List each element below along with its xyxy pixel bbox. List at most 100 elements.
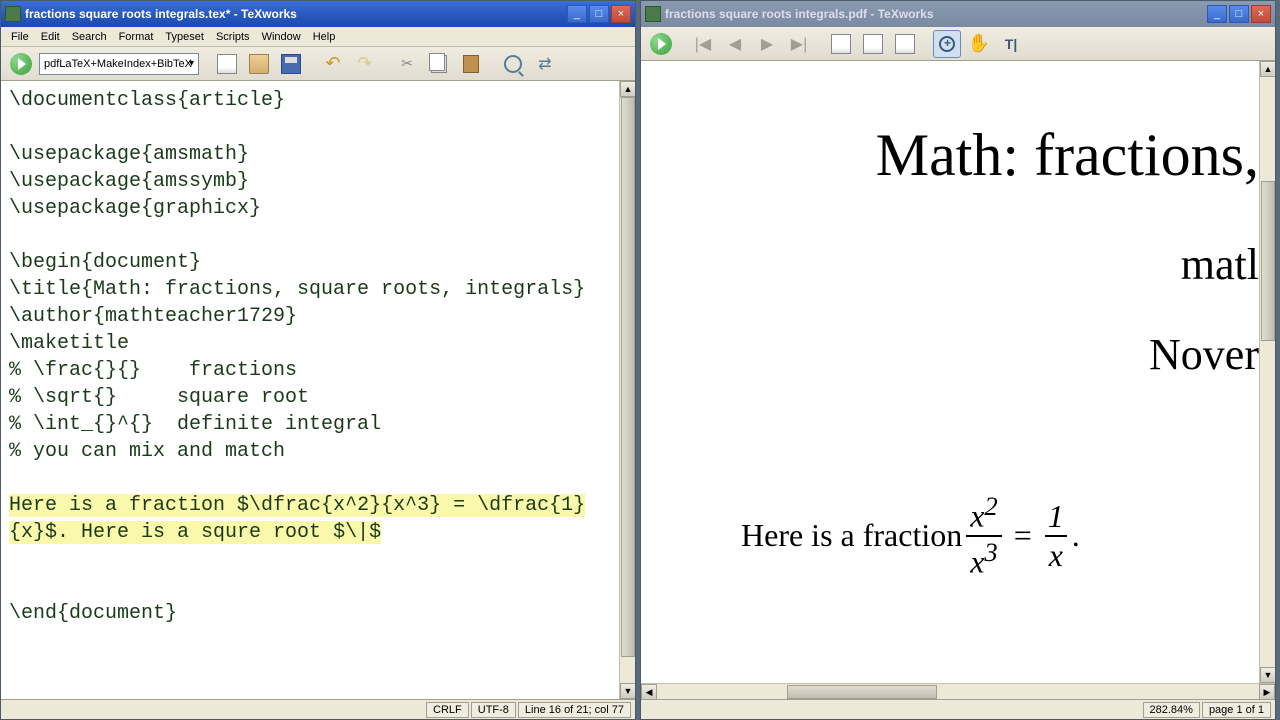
preview-area: Math: fractions, matl Nover Here is a fr…: [641, 61, 1275, 683]
last-page-icon: ▶|: [791, 34, 807, 54]
src-line: \usepackage{amssymb}: [9, 170, 249, 193]
undo-arrow-icon: ↶: [325, 53, 340, 74]
src-line-highlighted: Here is a fraction $\dfrac{x^2}{x^3} = \…: [9, 494, 585, 544]
play-icon: [650, 33, 672, 55]
menu-typeset[interactable]: Typeset: [159, 29, 210, 45]
scroll-up-arrow-icon[interactable]: ▲: [1260, 61, 1275, 77]
menu-scripts[interactable]: Scripts: [210, 29, 256, 45]
typeset-button[interactable]: [647, 30, 675, 58]
scroll-down-arrow-icon[interactable]: ▼: [620, 683, 635, 699]
src-line: \maketitle: [9, 332, 129, 355]
fit-page-button[interactable]: [859, 30, 887, 58]
new-button[interactable]: [213, 50, 241, 78]
typeset-button[interactable]: [7, 50, 35, 78]
equals-sign: =: [1014, 517, 1032, 554]
preview-titlebar[interactable]: fractions square roots integrals.pdf - T…: [641, 1, 1275, 27]
close-button[interactable]: ×: [611, 5, 631, 23]
undo-button[interactable]: ↶: [319, 50, 347, 78]
close-button[interactable]: ×: [1251, 5, 1271, 23]
status-eol[interactable]: CRLF: [426, 702, 469, 718]
zoom-tool-button[interactable]: [933, 30, 961, 58]
page-actual-size-icon: [895, 34, 915, 54]
src-line: \usepackage{graphicx}: [9, 197, 261, 220]
redo-button[interactable]: ↶: [351, 50, 379, 78]
editor-toolbar: pdfLaTeX+MakeIndex+BibTeX ↶ ↶ ✂ ⇄: [1, 47, 635, 81]
scroll-left-arrow-icon[interactable]: ◀: [641, 684, 657, 700]
save-button[interactable]: [277, 50, 305, 78]
maximize-button[interactable]: □: [589, 5, 609, 23]
preview-statusbar: 282.84% page 1 of 1: [641, 699, 1275, 719]
menu-help[interactable]: Help: [307, 29, 342, 45]
status-position: Line 16 of 21; col 77: [518, 702, 631, 718]
prev-page-icon: ◀: [729, 34, 741, 54]
open-folder-icon: [249, 54, 269, 74]
last-page-button[interactable]: ▶|: [785, 30, 813, 58]
scroll-thumb[interactable]: [787, 685, 937, 699]
scroll-thumb[interactable]: [621, 97, 635, 657]
status-zoom[interactable]: 282.84%: [1143, 702, 1200, 718]
replace-button[interactable]: ⇄: [531, 50, 559, 78]
next-page-button[interactable]: ▶: [753, 30, 781, 58]
paste-button[interactable]: [457, 50, 485, 78]
prev-page-button[interactable]: ◀: [721, 30, 749, 58]
typeset-engine-combo[interactable]: pdfLaTeX+MakeIndex+BibTeX: [39, 53, 199, 75]
fraction-1: x2 x3: [966, 491, 1002, 580]
editor-statusbar: CRLF UTF-8 Line 16 of 21; col 77: [1, 699, 635, 719]
menu-format[interactable]: Format: [113, 29, 160, 45]
editor-area: \documentclass{article} \usepackage{amsm…: [1, 81, 635, 699]
doc-date: Nover: [1149, 329, 1259, 380]
menu-search[interactable]: Search: [66, 29, 113, 45]
find-button[interactable]: [499, 50, 527, 78]
open-button[interactable]: [245, 50, 273, 78]
text-select-icon: T|: [1005, 36, 1017, 52]
editor-vscrollbar[interactable]: ▲ ▼: [619, 81, 635, 699]
menu-edit[interactable]: Edit: [35, 29, 66, 45]
editor-titlebar[interactable]: fractions square roots integrals.tex* - …: [1, 1, 635, 27]
minimize-button[interactable]: _: [567, 5, 587, 23]
src-line: \usepackage{amsmath}: [9, 143, 249, 166]
page-fit-width-icon: [831, 34, 851, 54]
replace-icon: ⇄: [538, 54, 551, 74]
new-file-icon: [217, 54, 237, 74]
src-line: \author{mathteacher1729}: [9, 305, 297, 328]
scroll-down-arrow-icon[interactable]: ▼: [1260, 667, 1275, 683]
menu-window[interactable]: Window: [256, 29, 307, 45]
doc-title: Math: fractions,: [876, 121, 1259, 190]
period: .: [1072, 517, 1080, 554]
actual-size-button[interactable]: [891, 30, 919, 58]
scroll-right-arrow-icon[interactable]: ▶: [1259, 684, 1275, 700]
maximize-button[interactable]: □: [1229, 5, 1249, 23]
hand-icon: ✋: [968, 33, 990, 54]
scroll-thumb[interactable]: [1261, 181, 1275, 341]
preview-vscrollbar[interactable]: ▲ ▼: [1259, 61, 1275, 683]
cut-button[interactable]: ✂: [393, 50, 421, 78]
src-line: % \sqrt{} square root: [9, 386, 309, 409]
pan-tool-button[interactable]: ✋: [965, 30, 993, 58]
preview-toolbar: |◀ ◀ ▶ ▶| ✋ T|: [641, 27, 1275, 61]
copy-button[interactable]: [425, 50, 453, 78]
play-icon: [10, 53, 32, 75]
status-page[interactable]: page 1 of 1: [1202, 702, 1271, 718]
minimize-button[interactable]: _: [1207, 5, 1227, 23]
copy-icon: [431, 55, 447, 73]
source-editor[interactable]: \documentclass{article} \usepackage{amsm…: [1, 81, 619, 699]
pdf-page[interactable]: Math: fractions, matl Nover Here is a fr…: [641, 61, 1259, 683]
magnifier-plus-icon: [939, 36, 955, 52]
preview-hscrollbar[interactable]: ◀ ▶: [641, 683, 1275, 699]
menu-file[interactable]: File: [5, 29, 35, 45]
first-page-button[interactable]: |◀: [689, 30, 717, 58]
app-icon: [645, 6, 661, 22]
magnifier-icon: [504, 55, 522, 73]
src-line: \end{document}: [9, 602, 177, 625]
editor-window: fractions square roots integrals.tex* - …: [0, 0, 636, 720]
doc-author: matl: [1181, 239, 1259, 290]
scroll-up-arrow-icon[interactable]: ▲: [620, 81, 635, 97]
scissors-icon: ✂: [401, 55, 413, 72]
preview-title: fractions square roots integrals.pdf - T…: [665, 7, 1207, 21]
first-page-icon: |◀: [695, 34, 711, 54]
text-select-button[interactable]: T|: [997, 30, 1025, 58]
next-page-icon: ▶: [761, 34, 773, 54]
fit-width-button[interactable]: [827, 30, 855, 58]
status-encoding[interactable]: UTF-8: [471, 702, 516, 718]
src-line: \title{Math: fractions, square roots, in…: [9, 278, 585, 301]
